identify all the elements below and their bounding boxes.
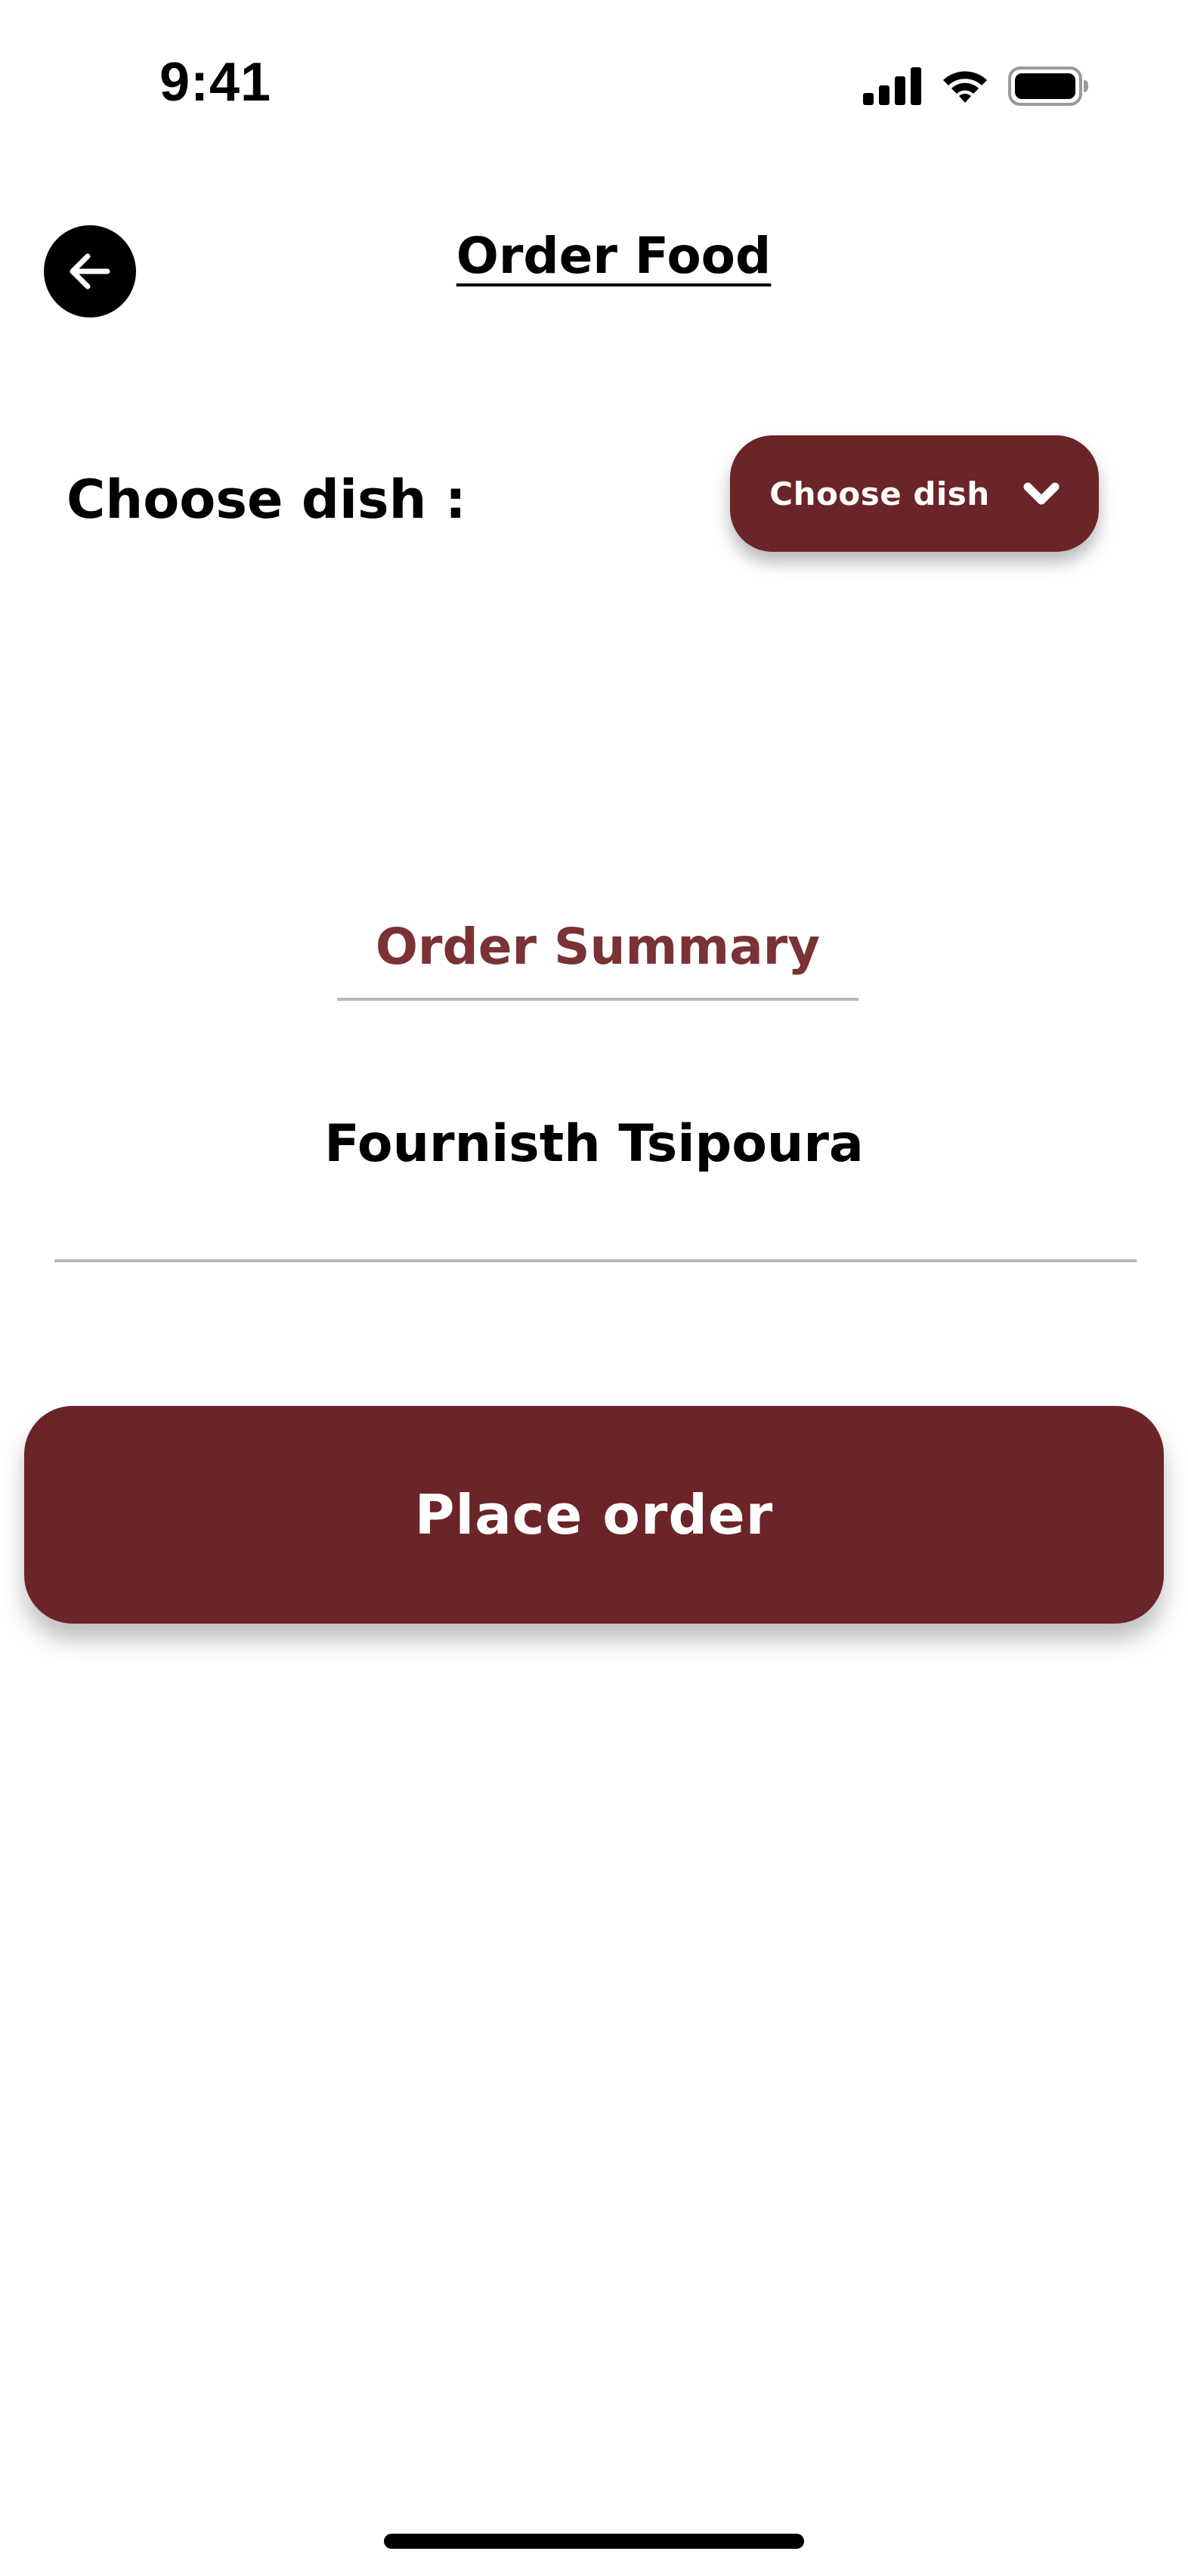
wifi-icon bbox=[943, 71, 987, 103]
place-order-label: Place order bbox=[414, 1483, 774, 1547]
chevron-down-icon bbox=[1023, 482, 1060, 505]
order-summary-dish: Fournisth Tsipoura bbox=[324, 1114, 864, 1174]
page-title: Order Food bbox=[456, 227, 772, 285]
status-time: 9:41 bbox=[159, 52, 272, 113]
choose-dish-button-label: Choose dish bbox=[769, 475, 990, 512]
order-summary-divider bbox=[54, 1259, 1137, 1262]
status-icons bbox=[863, 67, 1090, 106]
signal-icon bbox=[863, 67, 921, 105]
choose-dish-dropdown[interactable]: Choose dish bbox=[730, 435, 1099, 552]
place-order-button[interactable]: Place order bbox=[24, 1406, 1164, 1624]
status-bar: 9:41 bbox=[0, 0, 1188, 174]
order-summary-underline bbox=[337, 998, 859, 1001]
order-summary-title: Order Summary bbox=[375, 918, 821, 976]
battery-icon bbox=[1008, 67, 1088, 106]
home-indicator bbox=[384, 2534, 804, 2549]
choose-dish-label: Choose dish : bbox=[67, 469, 466, 531]
